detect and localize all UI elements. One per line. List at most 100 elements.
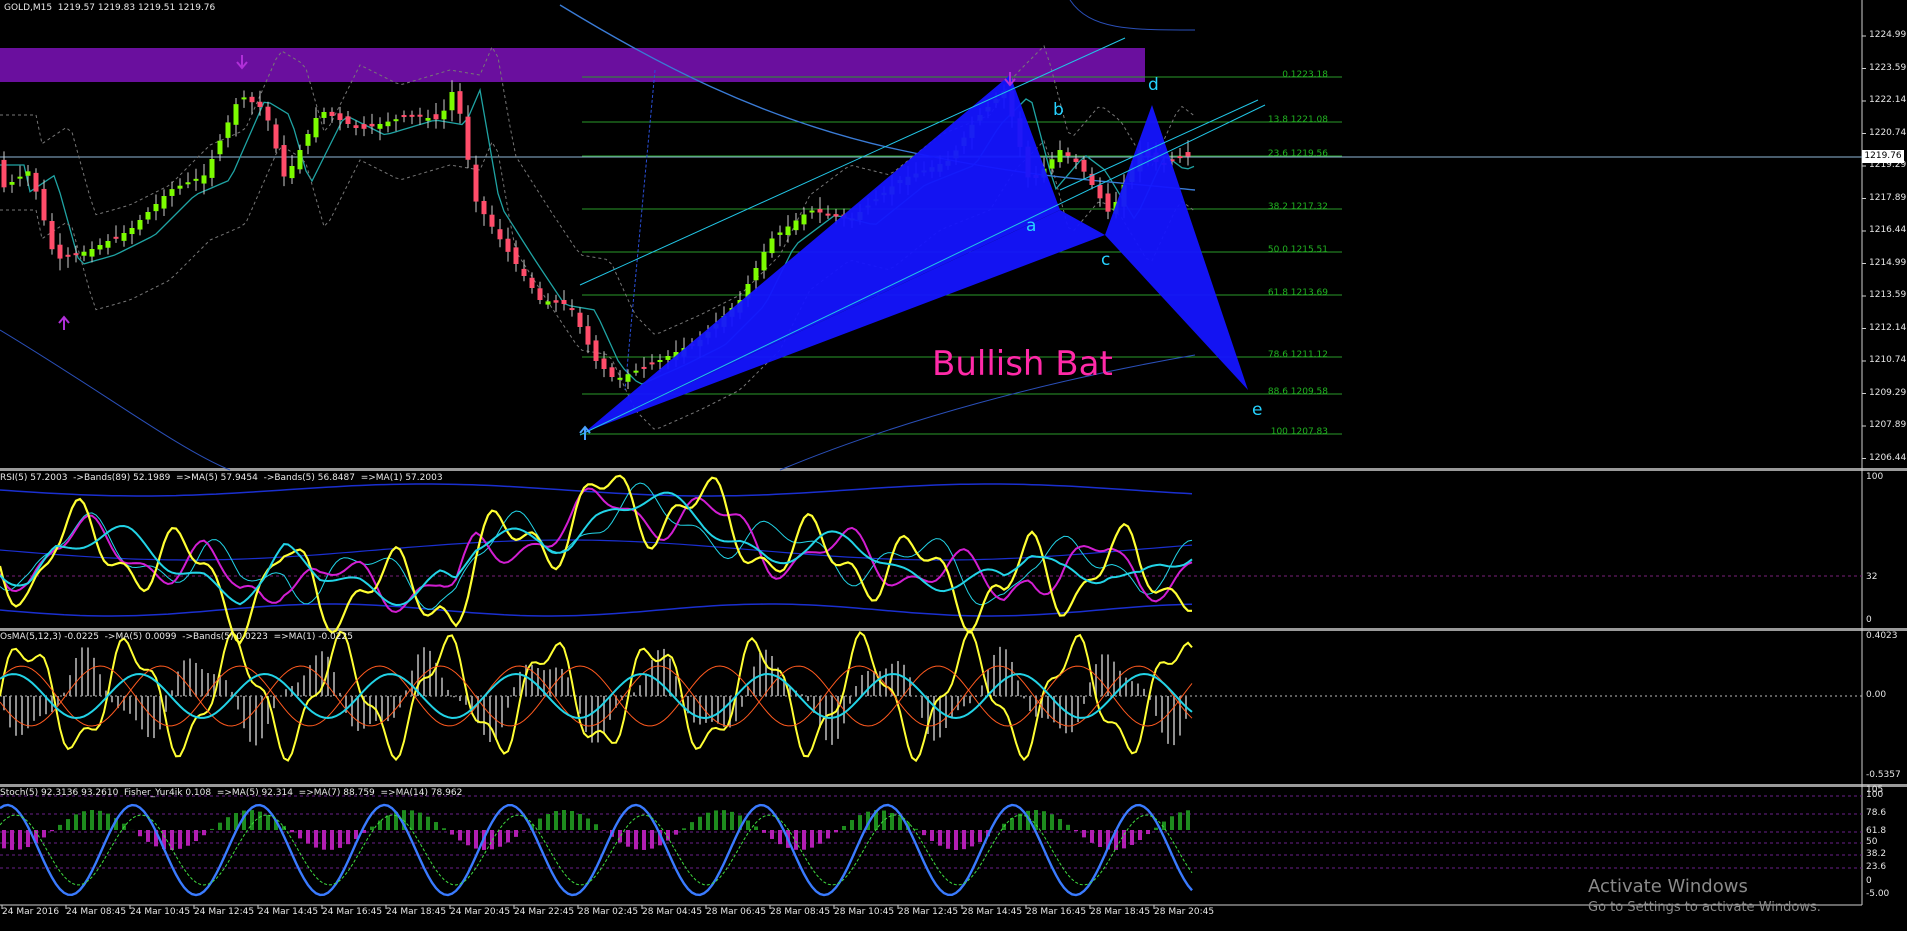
stoch-histogram-bar [1074, 830, 1078, 831]
stoch-histogram-bar [18, 830, 22, 849]
osma-histogram-bar [1023, 696, 1025, 698]
osma-histogram-bar [1017, 680, 1019, 696]
osma-histogram-bar [33, 696, 35, 721]
candle-body [458, 91, 463, 114]
time-tick-label: 28 Mar 02:45 [578, 907, 638, 917]
osma-histogram-bar [981, 685, 983, 696]
stoch-histogram-bar [1170, 816, 1174, 830]
candle-body [546, 301, 551, 304]
stoch-histogram-bar [474, 830, 478, 849]
stoch-histogram-bar [1178, 812, 1182, 830]
stoch-histogram-bar [842, 826, 846, 830]
osma-histogram-bar [699, 696, 701, 725]
candle-body [426, 118, 431, 121]
osma-histogram-bar [393, 696, 395, 718]
candle-body [490, 215, 495, 227]
osma-histogram-bar [339, 693, 341, 696]
stoch-histogram-bar [178, 830, 182, 849]
candle-body [210, 159, 215, 178]
osma-histogram-bar [15, 696, 17, 736]
stoch-histogram-bar [1018, 814, 1022, 830]
stoch-histogram-bar [634, 830, 638, 849]
stoch-histogram-bar [626, 830, 630, 847]
osma-histogram-bar [93, 658, 95, 696]
osma-histogram-bar [489, 696, 491, 742]
osma-histogram-bar [903, 665, 905, 696]
osma-histogram-bar [777, 668, 779, 696]
candle-body [1074, 159, 1079, 162]
time-tick-label: 24 Mar 22:45 [514, 907, 574, 917]
time-tick-label: 28 Mar 16:45 [1026, 907, 1086, 917]
osma-histogram-bar [861, 675, 863, 696]
time-tick-label: 28 Mar 20:45 [1154, 907, 1214, 917]
stoch-histogram-bar [2, 830, 6, 848]
candle-body [1066, 152, 1071, 156]
stoch-histogram-bar [730, 812, 734, 830]
candle-body [186, 182, 191, 184]
osma-histogram-bar [327, 657, 329, 696]
indicator-tick-label: -0.5357 [1866, 770, 1901, 780]
candle-body [74, 253, 79, 255]
osma-histogram-bar [357, 696, 359, 731]
indicator-tick-label: 100 [1866, 790, 1883, 800]
trading-chart[interactable]: GOLD,M15 1219.57 1219.83 1219.51 1219.76… [0, 0, 1907, 927]
stoch-histogram-bar [714, 810, 718, 830]
osma-histogram-bar [381, 696, 383, 721]
stoch-histogram-bar [1042, 811, 1046, 830]
time-tick-label: 24 Mar 2016 [2, 907, 59, 917]
candle-body [538, 288, 543, 300]
rsi-band-lower [0, 604, 1192, 616]
osma-histogram-bar [447, 690, 449, 696]
osma-histogram-bar [153, 696, 155, 738]
candle-body [50, 221, 55, 249]
candle-body [818, 209, 823, 213]
price-tick-label: 1223.59 [1869, 63, 1906, 73]
stoch-histogram-bar [746, 820, 750, 830]
candle-body [258, 102, 263, 107]
stoch-histogram-bar [450, 830, 454, 835]
stoch-histogram-bar [418, 813, 422, 830]
osma-histogram-bar [1029, 696, 1031, 711]
point-label-b: b [1053, 100, 1064, 120]
candle-body [274, 124, 279, 148]
osma-histogram-bar [495, 696, 497, 740]
osma-histogram-bar [183, 660, 185, 696]
stoch-histogram-bar [642, 830, 646, 850]
panel-separator [0, 784, 1907, 787]
osma-histogram-bar [141, 696, 143, 729]
candle-body [98, 245, 103, 249]
stoch-histogram-bar [250, 810, 254, 830]
candle-body [130, 228, 135, 234]
stoch-histogram-bar [74, 814, 78, 830]
osma-histogram-bar [1131, 681, 1133, 696]
stoch-histogram-bar [146, 830, 150, 842]
stoch-histogram-bar [1066, 825, 1070, 830]
osma-histogram-bar [969, 696, 971, 703]
stoch-histogram-bar [202, 830, 206, 835]
stoch-histogram-bar [506, 830, 510, 842]
osma-histogram-bar [1119, 671, 1121, 696]
osma-histogram-bar [135, 696, 137, 720]
fib-level-label: 88.6 1209.58 [1268, 387, 1328, 397]
stoch-histogram-bar [410, 810, 414, 830]
stoch-histogram-bar [522, 830, 526, 831]
candle-body [474, 165, 479, 202]
time-tick-label: 28 Mar 14:45 [962, 907, 1022, 917]
stoch-histogram-bar [490, 830, 494, 849]
stoch-histogram-bar [434, 822, 438, 830]
candle-body [450, 92, 455, 110]
osma-histogram-bar [501, 696, 503, 727]
osma-histogram-bar [921, 696, 923, 718]
osma-histogram-bar [723, 696, 725, 727]
long-ma-top [1070, 0, 1195, 30]
price-tick-label: 1207.89 [1869, 420, 1906, 430]
stoch-histogram-bar [570, 811, 574, 830]
stoch-histogram-bar [762, 830, 766, 833]
stoch-histogram-bar [306, 830, 310, 844]
candle-body [114, 237, 119, 239]
stoch-histogram-bar [546, 814, 550, 830]
candle-body [154, 204, 159, 211]
point-label-e: e [1252, 400, 1262, 420]
candle-body [498, 229, 503, 239]
stoch-histogram-bar [602, 830, 606, 831]
